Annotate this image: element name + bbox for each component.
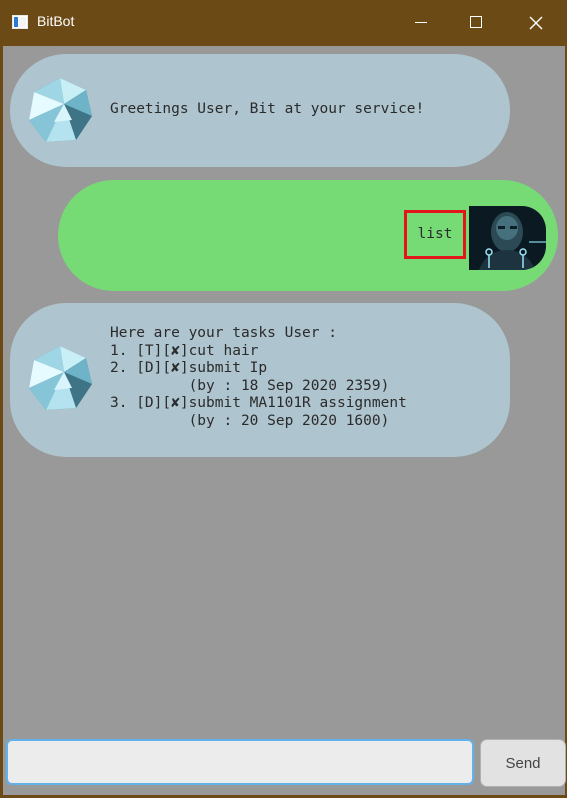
maximize-icon xyxy=(470,16,482,28)
app-icon xyxy=(12,15,28,29)
minimize-icon xyxy=(415,22,427,23)
client-area: Greetings User, Bit at your service! lis… xyxy=(3,46,566,795)
app-window: BitBot Greetings User, Bit at your servi… xyxy=(0,0,567,798)
input-bar: Send xyxy=(3,736,566,795)
maximize-button[interactable] xyxy=(448,0,506,46)
user-photo-avatar xyxy=(469,206,546,270)
user-message-bubble: list xyxy=(58,180,558,291)
crystal-avatar-icon xyxy=(29,78,92,142)
user-message-text: list xyxy=(417,226,453,242)
highlighted-user-message: list xyxy=(404,210,466,259)
window-title: BitBot xyxy=(37,13,75,29)
bot-message-bubble: Here are your tasks User : 1. [T][✘]cut … xyxy=(10,303,510,457)
bot-message-text: Greetings User, Bit at your service! xyxy=(110,101,425,117)
title-bar[interactable]: BitBot xyxy=(0,0,567,46)
message-input[interactable] xyxy=(6,739,474,785)
chat-scroll-area[interactable]: Greetings User, Bit at your service! lis… xyxy=(3,46,565,736)
close-button[interactable] xyxy=(507,0,565,46)
bot-message-bubble: Greetings User, Bit at your service! xyxy=(10,54,510,167)
crystal-avatar-icon xyxy=(29,346,92,410)
minimize-button[interactable] xyxy=(393,0,451,46)
bot-task-list-text: Here are your tasks User : 1. [T][✘]cut … xyxy=(110,325,407,429)
send-button[interactable]: Send xyxy=(480,739,566,787)
close-icon xyxy=(529,16,543,30)
